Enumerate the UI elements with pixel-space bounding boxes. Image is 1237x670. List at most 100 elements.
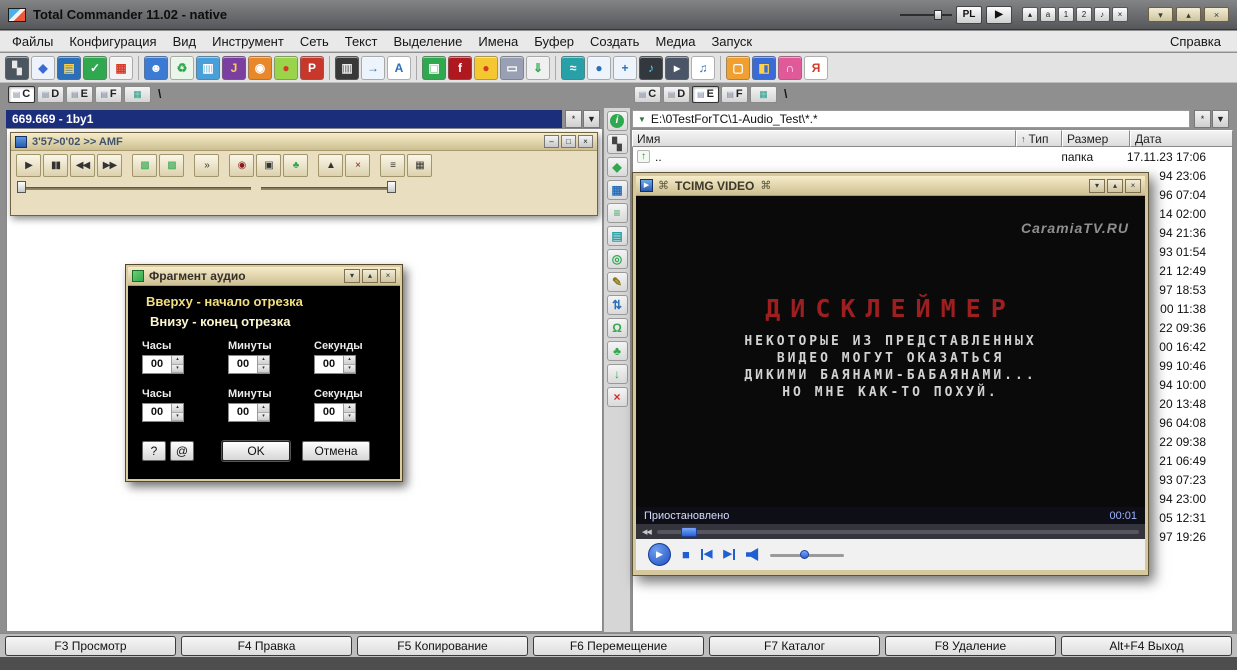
mp3-icon[interactable]: ♪: [639, 55, 663, 80]
at-button[interactable]: @: [170, 441, 194, 461]
volume-slider-track[interactable]: [261, 187, 393, 190]
right-panel-history-button[interactable]: ▼: [1212, 110, 1229, 128]
column-header-размер[interactable]: Размер: [1062, 130, 1130, 147]
camera-icon[interactable]: ◉: [248, 55, 272, 80]
function-button-4[interactable]: F6 Перемещение: [533, 635, 704, 656]
dos-box-icon[interactable]: ▚: [5, 55, 29, 80]
player-maximize-button[interactable]: □: [561, 135, 576, 148]
function-button-5[interactable]: F7 Каталог: [709, 635, 880, 656]
pl-button[interactable]: PL: [956, 5, 982, 24]
video-next-button[interactable]: ▶: [723, 549, 735, 560]
striped-monitor-icon[interactable]: ▥: [196, 55, 220, 80]
strip-clover-button[interactable]: ♣: [606, 341, 628, 361]
pdf-icon[interactable]: P: [300, 55, 324, 80]
menu-item-4[interactable]: Инструмент: [204, 33, 292, 50]
drive-button-left-e[interactable]: ▤ E: [66, 85, 93, 103]
volume-thumb[interactable]: [799, 549, 809, 559]
titlebar-mini-button-4[interactable]: 2: [1076, 7, 1092, 22]
video-display-area[interactable]: CaramiaTV.RU ДИСКЛЕЙМЕР НЕКОТОРЫЕ ИЗ ПРЕ…: [636, 196, 1145, 507]
spinner-down-button[interactable]: ▾: [172, 412, 183, 421]
chart-pie-icon[interactable]: ●: [474, 55, 498, 80]
menu-item-8[interactable]: Имена: [470, 33, 526, 50]
player-minimize-button[interactable]: –: [544, 135, 559, 148]
strip-grid-button[interactable]: ▦: [606, 180, 628, 200]
green-monitor-icon[interactable]: ▣: [422, 55, 446, 80]
start-hours-spinner[interactable]: 00 ▴ ▾: [142, 355, 184, 374]
menu-item-1[interactable]: Файлы: [4, 33, 61, 50]
start-minutes-spinner[interactable]: 00 ▴ ▾: [228, 355, 270, 374]
titlebar[interactable]: Total Commander 11.02 - native PL ▶ ▴ a 1 2…: [0, 0, 1237, 30]
strip-gem-button[interactable]: ◆: [606, 157, 628, 177]
menu-help[interactable]: Справка: [1158, 33, 1233, 50]
spinner-down-button[interactable]: ▾: [344, 364, 355, 373]
end-minutes-spinner[interactable]: 00 ▴ ▾: [228, 403, 270, 422]
player-image-1-button[interactable]: ▩: [132, 154, 157, 177]
titlebar-mini-button-2[interactable]: a: [1040, 7, 1056, 22]
strip-sync-button[interactable]: ⇅: [606, 295, 628, 315]
menu-item-2[interactable]: Конфигурация: [61, 33, 164, 50]
blue-red-split-icon[interactable]: ◧: [752, 55, 776, 80]
column-header-дата[interactable]: Дата: [1130, 130, 1233, 147]
spinner-up-button[interactable]: ▴: [344, 356, 355, 365]
spinner-down-button[interactable]: ▾: [258, 412, 269, 421]
spinner-up-button[interactable]: ▴: [258, 356, 269, 365]
menu-item-7[interactable]: Выделение: [385, 33, 470, 50]
users-icon[interactable]: ☻: [144, 55, 168, 80]
spinner-down-button[interactable]: ▾: [344, 412, 355, 421]
strip-spider-button[interactable]: ▚: [606, 134, 628, 154]
end-hours-spinner[interactable]: 00 ▴ ▾: [142, 403, 184, 422]
position-slider-thumb[interactable]: [17, 181, 26, 193]
player-close-button[interactable]: ×: [345, 154, 370, 177]
flash-icon[interactable]: f: [448, 55, 472, 80]
spinner-up-button[interactable]: ▴: [258, 404, 269, 413]
rewind-icon[interactable]: ◀◀: [642, 528, 652, 536]
capsule-icon[interactable]: ●: [274, 55, 298, 80]
strip-search-button[interactable]: ◎: [606, 249, 628, 269]
player-close-button[interactable]: ×: [578, 135, 593, 148]
video-maximize-button[interactable]: ▴: [1107, 178, 1123, 193]
maximize-button[interactable]: ▴: [1176, 7, 1201, 22]
strip-delete-button[interactable]: ×: [606, 387, 628, 407]
table-import-icon[interactable]: ⇓: [526, 55, 550, 80]
seek-thumb[interactable]: [680, 526, 697, 537]
path-dropdown-icon[interactable]: ▼: [638, 115, 646, 124]
video-previous-button[interactable]: ◀: [700, 549, 712, 560]
video-close-button[interactable]: ×: [1125, 178, 1141, 193]
video-stop-button[interactable]: ■: [682, 548, 690, 561]
menu-item-3[interactable]: Вид: [165, 33, 205, 50]
minimize-button[interactable]: ▾: [1148, 7, 1173, 22]
drive-button-left-f[interactable]: ▤ F: [95, 85, 122, 103]
seek-bar[interactable]: [656, 526, 1139, 537]
film-icon[interactable]: ▥: [335, 55, 359, 80]
globe-icon[interactable]: ●: [587, 55, 611, 80]
titlebar-slider[interactable]: [900, 9, 952, 21]
video-volume-slider[interactable]: [769, 549, 844, 561]
drive-button-right-d[interactable]: ▤ D: [663, 85, 690, 103]
drive-button-left-d[interactable]: ▤ D: [37, 85, 64, 103]
spinner-up-button[interactable]: ▴: [344, 404, 355, 413]
titlebar-play-button[interactable]: ▶: [986, 5, 1012, 24]
video-player-window[interactable]: ▶ ⌘ TCIMG VIDEO ⌘ ▾ ▴ × CaramiaTV.RU ДИС…: [632, 172, 1149, 576]
player-grid-button[interactable]: ▦: [407, 154, 432, 177]
function-button-2[interactable]: F4 Правка: [181, 635, 352, 656]
player-next-button[interactable]: ▶▶: [97, 154, 122, 177]
player-record-button[interactable]: ◉: [229, 154, 254, 177]
dialog-close-button[interactable]: ×: [380, 269, 396, 283]
dialog-minimize-button[interactable]: ▾: [344, 269, 360, 283]
spinner-up-button[interactable]: ▴: [172, 404, 183, 413]
right-panel-root-button[interactable]: *: [1194, 110, 1211, 128]
drive-button-right-c[interactable]: ▤ C: [634, 85, 661, 103]
disk-check-icon[interactable]: ◆: [31, 55, 55, 80]
strip-download-button[interactable]: ↓: [606, 364, 628, 384]
player-skin-icon[interactable]: ▸: [665, 55, 689, 80]
titlebar-mini-button-1[interactable]: ▴: [1022, 7, 1038, 22]
cyrillic-ya-icon[interactable]: Я: [804, 55, 828, 80]
strip-edit-button[interactable]: ✎: [606, 272, 628, 292]
player-window-button[interactable]: ▣: [256, 154, 281, 177]
menu-item-12[interactable]: Запуск: [703, 33, 760, 50]
video-play-button[interactable]: ▶: [648, 543, 671, 566]
flow-icon[interactable]: ≈: [561, 55, 585, 80]
audio-player-titlebar[interactable]: 3'57>0'02 >> AMF – □ ×: [11, 133, 597, 151]
function-button-3[interactable]: F5 Копирование: [357, 635, 528, 656]
speaker-icon[interactable]: [745, 548, 759, 561]
